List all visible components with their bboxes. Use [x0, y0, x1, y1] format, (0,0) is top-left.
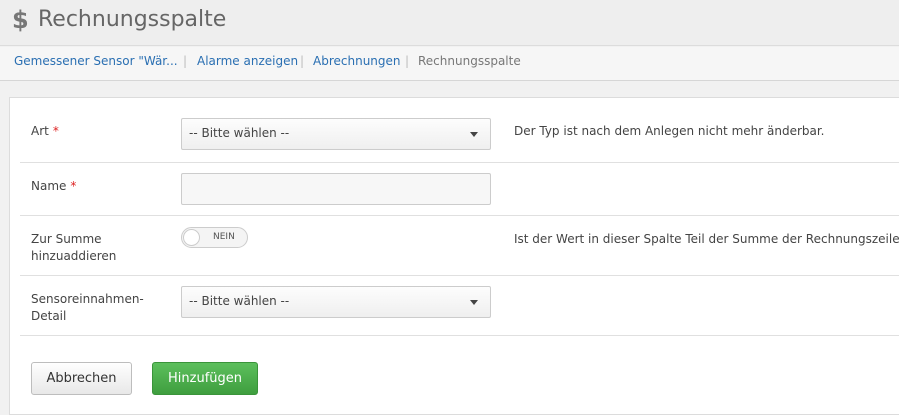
required-marker: *	[52, 124, 59, 138]
detail-select-value: -- Bitte wählen --	[189, 294, 290, 308]
name-label: Name *	[31, 179, 77, 193]
toggle-state-label: NEIN	[213, 232, 235, 242]
required-marker: *	[70, 179, 77, 193]
breadcrumb-separator: |	[183, 54, 188, 68]
dollar-icon: $	[12, 6, 29, 34]
breadcrumb-separator: |	[300, 54, 305, 68]
breadcrumb-item-sensor[interactable]: Gemessener Sensor "Wär...	[14, 54, 178, 68]
toggle-knob	[183, 229, 200, 246]
sum-toggle[interactable]: NEIN	[181, 227, 248, 248]
art-help-text: Der Typ ist nach dem Anlegen nicht mehr …	[514, 124, 825, 138]
breadcrumb-item-current: Rechnungsspalte	[418, 54, 521, 68]
row-divider	[20, 335, 899, 336]
sum-help-text: Ist der Wert in dieser Spalte Teil der S…	[514, 232, 899, 246]
art-select[interactable]: -- Bitte wählen --	[181, 118, 491, 150]
cancel-button[interactable]: Abbrechen	[31, 362, 132, 395]
row-divider	[20, 275, 899, 276]
sum-label: Zur Summe hinzuaddieren	[31, 232, 117, 263]
breadcrumb-separator: |	[405, 54, 410, 68]
caret-down-icon	[470, 132, 478, 137]
page-title: Rechnungsspalte	[38, 7, 227, 32]
caret-down-icon	[470, 300, 478, 305]
form-panel: Art * -- Bitte wählen -- Der Typ ist nach…	[9, 97, 899, 415]
breadcrumb-item-alarms[interactable]: Alarme anzeigen	[197, 54, 298, 68]
art-label: Art *	[31, 124, 59, 138]
art-select-value: -- Bitte wählen --	[189, 126, 290, 140]
page-header: $ Rechnungsspalte	[0, 0, 899, 46]
add-button[interactable]: Hinzufügen	[152, 362, 258, 395]
name-input[interactable]	[181, 173, 491, 205]
breadcrumb-item-billing[interactable]: Abrechnungen	[313, 54, 401, 68]
breadcrumb: Gemessener Sensor "Wär... | Alarme anzei…	[0, 47, 899, 81]
row-divider	[20, 162, 899, 163]
detail-select[interactable]: -- Bitte wählen --	[181, 286, 491, 318]
row-divider	[20, 215, 899, 216]
detail-label: Sensoreinnahmen- Detail	[31, 292, 144, 323]
